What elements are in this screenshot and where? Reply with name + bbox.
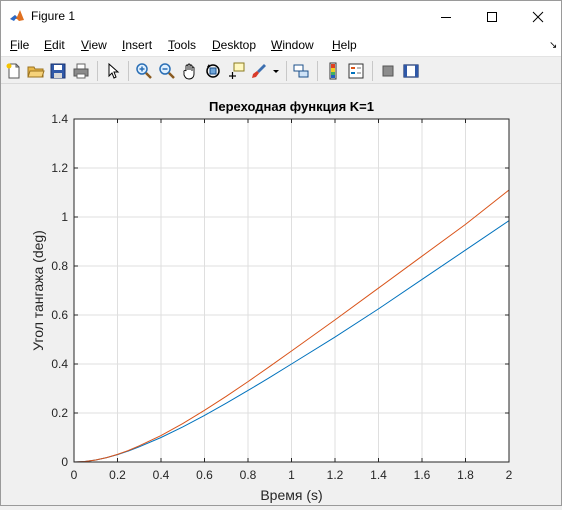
close-icon — [532, 11, 544, 22]
show-plot-tools-icon[interactable] — [402, 62, 420, 80]
figure-canvas[interactable]: 0 0.2 0.4 0.6 0.8 1 1.2 1.4 1.6 1.8 2 0 0.2 0.4 0.6 0.… — [1, 85, 561, 505]
figure-toolbar — [1, 56, 561, 84]
x-tick-label: 0.4 — [153, 468, 170, 482]
matlab-app-icon — [10, 10, 24, 21]
x-tick-label: 1 — [288, 468, 295, 482]
y-tick-label: 0.2 — [51, 406, 68, 420]
menu-tools[interactable]: Tools — [168, 38, 196, 52]
close-button[interactable] — [515, 1, 561, 32]
menu-insert[interactable]: Insert — [122, 38, 152, 52]
y-tick-label: 1.2 — [51, 161, 68, 175]
save-icon[interactable] — [49, 62, 67, 80]
menu-file[interactable]: File — [10, 38, 29, 52]
rotate-3d-icon[interactable] — [204, 62, 222, 80]
hide-plot-tools-icon[interactable] — [379, 62, 397, 80]
minimize-icon — [441, 16, 451, 18]
data-cursor-icon[interactable] — [227, 62, 245, 80]
figure-window: Figure 1 File Edit View Insert Tools Des… — [0, 0, 562, 506]
chart-svg[interactable]: 0 0.2 0.4 0.6 0.8 1 1.2 1.4 1.6 1.8 2 0 0.2 0.4 0.6 0.… — [1, 85, 561, 505]
x-tick-label: 0.6 — [196, 468, 213, 482]
toolbar-separator — [317, 61, 318, 81]
menu-edit[interactable]: Edit — [44, 38, 65, 52]
x-axis-label: Время (s) — [260, 487, 322, 503]
x-tick-label: 0 — [71, 468, 78, 482]
window-title: Figure 1 — [31, 9, 76, 23]
zoom-out-icon[interactable] — [158, 62, 176, 80]
edit-plot-icon[interactable] — [104, 62, 122, 80]
brush-icon[interactable] — [250, 62, 268, 80]
minimize-button[interactable] — [423, 1, 469, 32]
x-tick-label: 2 — [506, 468, 513, 482]
maximize-button[interactable] — [469, 1, 515, 32]
y-tick-label: 0.8 — [51, 259, 68, 273]
legend-icon[interactable] — [347, 62, 365, 80]
menu-view[interactable]: View — [81, 38, 107, 52]
y-tick-label: 0.6 — [51, 308, 68, 322]
toolbar-separator — [286, 61, 287, 81]
x-tick-label: 1.8 — [457, 468, 474, 482]
maximize-icon — [487, 11, 497, 22]
menu-desktop[interactable]: Desktop — [212, 38, 256, 52]
pan-icon[interactable] — [181, 62, 199, 80]
x-tick-label: 1.4 — [370, 468, 387, 482]
dock-figure-icon[interactable]: ↘ — [549, 40, 557, 51]
y-tick-label: 1.4 — [51, 112, 68, 126]
toolbar-separator — [128, 61, 129, 81]
menu-bar: File Edit View Insert Tools Desktop Wind… — [1, 32, 561, 56]
menu-help[interactable]: Help — [332, 38, 357, 52]
toolbar-separator — [372, 61, 373, 81]
y-tick-label: 0 — [61, 455, 68, 469]
link-plot-icon[interactable] — [292, 62, 310, 80]
x-tick-labels: 0 0.2 0.4 0.6 0.8 1 1.2 1.4 1.6 1.8 2 — [71, 468, 513, 482]
x-tick-label: 0.8 — [240, 468, 257, 482]
open-file-icon[interactable] — [27, 62, 45, 80]
y-tick-label: 1 — [61, 210, 68, 224]
new-figure-icon[interactable] — [5, 62, 23, 80]
y-tick-labels: 0 0.2 0.4 0.6 0.8 1 1.2 1.4 — [51, 112, 68, 469]
colorbar-icon[interactable] — [324, 62, 342, 80]
y-axis-label: Угол тангажа (deg) — [30, 230, 46, 351]
zoom-in-icon[interactable] — [135, 62, 153, 80]
brush-dropdown-icon[interactable] — [271, 62, 281, 80]
title-bar[interactable]: Figure 1 — [1, 1, 561, 32]
x-tick-label: 1.6 — [414, 468, 431, 482]
y-tick-label: 0.4 — [51, 357, 68, 371]
x-tick-label: 0.2 — [109, 468, 126, 482]
toolbar-separator — [97, 61, 98, 81]
menu-window[interactable]: Window — [271, 38, 314, 52]
print-icon[interactable] — [72, 62, 90, 80]
x-tick-label: 1.2 — [327, 468, 344, 482]
chart-title: Переходная функция K=1 — [209, 99, 374, 114]
